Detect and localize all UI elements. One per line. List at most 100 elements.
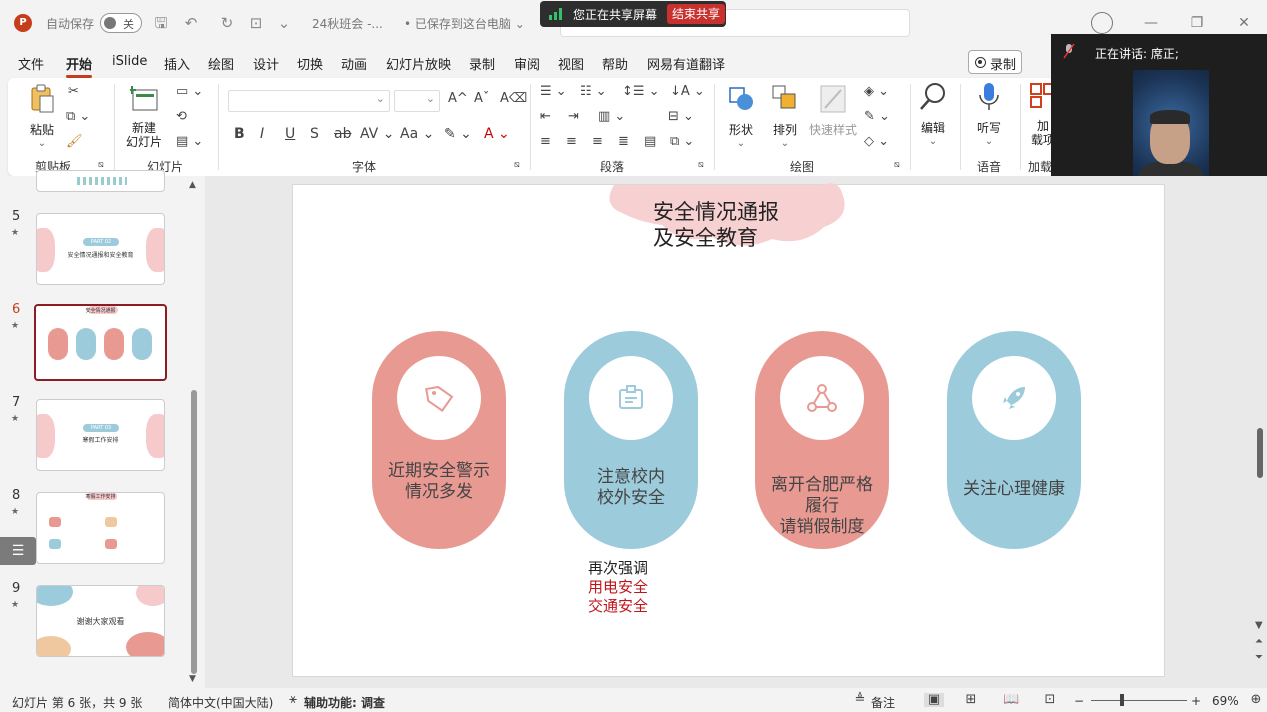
section-icon[interactable]: ▤ ⌄	[176, 134, 203, 149]
align-right-icon[interactable]: ≡	[592, 134, 603, 149]
card-campus-safety[interactable]: 注意校内 校外安全	[564, 331, 698, 549]
previous-slide-icon[interactable]: ⏶	[1255, 636, 1263, 647]
tab-slideshow[interactable]: 幻灯片放映	[386, 54, 451, 73]
slide-sorter-icon[interactable]: ⊞	[963, 693, 979, 707]
font-name-dropdown[interactable]	[228, 90, 390, 112]
cut-icon[interactable]: ✂	[68, 84, 79, 99]
reminder-text-box[interactable]: 再次强调 用电安全 交通安全	[588, 559, 688, 616]
tab-islide[interactable]: iSlide	[112, 54, 147, 69]
font-color-icon[interactable]: A ⌄	[484, 126, 510, 142]
bullets-icon[interactable]: ☰ ⌄	[540, 84, 567, 99]
customize-qat-icon[interactable]: ⌄	[273, 12, 295, 34]
redo-icon[interactable]: ↻	[216, 12, 238, 34]
slide-thumb-6[interactable]: 安全情况通报	[34, 304, 167, 381]
thumbnails-scrollbar[interactable]: ▲ ▼	[189, 180, 199, 684]
columns-icon[interactable]: ▥ ⌄	[598, 109, 625, 124]
bold-icon[interactable]: B	[234, 126, 245, 142]
format-painter-icon[interactable]: 🖌	[66, 134, 83, 149]
autosave-toggle[interactable]: 关	[100, 13, 142, 33]
highlight-icon[interactable]: ✎ ⌄	[444, 126, 472, 142]
outline-view-icon[interactable]: ☰	[0, 537, 36, 565]
clipboard-launcher-icon[interactable]: ⧅	[98, 160, 104, 170]
line-spacing-icon[interactable]: ↕☰ ⌄	[622, 84, 660, 99]
tab-transitions[interactable]: 切换	[297, 54, 323, 73]
card-mental-health[interactable]: 关注心理健康	[947, 331, 1081, 549]
quick-styles-button[interactable]: 快速样式	[808, 84, 858, 138]
shapes-button[interactable]: 形状 ⌄	[722, 84, 760, 149]
tab-record[interactable]: 录制	[469, 54, 495, 73]
normal-view-icon[interactable]: ▣	[924, 693, 944, 707]
justify-icon[interactable]: ≣	[618, 134, 629, 149]
slide-thumb-8[interactable]: 寒假工作安排	[36, 492, 165, 564]
editing-button[interactable]: 编辑 ⌄	[914, 82, 952, 147]
arrange-button[interactable]: 排列 ⌄	[766, 84, 804, 149]
scroll-up-icon[interactable]: ▲	[189, 180, 196, 190]
tab-view[interactable]: 视图	[558, 54, 584, 73]
scroll-down-icon[interactable]: ▼	[1255, 620, 1263, 631]
minimize-icon[interactable]: —	[1140, 12, 1162, 34]
slide-canvas[interactable]: 安全情况通报 及安全教育 近期安全警示 情况多发 注意校内 校外安全 离开合肥严…	[292, 183, 1165, 677]
accessibility-status[interactable]: 辅助功能: 调查	[304, 694, 385, 711]
copy-icon[interactable]: ⧉ ⌄	[66, 109, 90, 124]
shadow-icon[interactable]: S	[310, 126, 319, 142]
record-button[interactable]: 录制	[968, 50, 1022, 74]
end-share-button[interactable]: 结束共享	[667, 4, 726, 24]
close-icon[interactable]: ✕	[1233, 12, 1255, 34]
tab-home[interactable]: 开始	[66, 54, 93, 78]
slide-thumb-7[interactable]: PART 03 寒假工作安排	[36, 399, 165, 471]
dictate-button[interactable]: 听写 ⌄	[970, 82, 1008, 147]
zoom-level[interactable]: 69%	[1212, 694, 1239, 708]
tab-insert[interactable]: 插入	[164, 54, 190, 73]
fit-to-window-icon[interactable]: ⊕	[1248, 693, 1264, 707]
tab-design[interactable]: 设计	[253, 54, 279, 73]
slide-thumb-9[interactable]: 谢谢大家观看	[36, 585, 165, 657]
align-left-icon[interactable]: ≡	[540, 134, 551, 149]
card-safety-warning[interactable]: 近期安全警示 情况多发	[372, 331, 506, 549]
save-icon[interactable]: 🖫	[150, 12, 172, 34]
layout-icon[interactable]: ▭ ⌄	[176, 84, 203, 99]
align-center-icon[interactable]: ≡	[566, 134, 577, 149]
language-indicator[interactable]: 简体中文(中国大陆)	[168, 694, 273, 711]
font-size-dropdown[interactable]	[394, 90, 440, 112]
change-case-icon[interactable]: Aa ⌄	[400, 126, 434, 142]
italic-icon[interactable]: I	[260, 126, 264, 142]
slide-title[interactable]: 安全情况通报 及安全教育	[653, 199, 813, 251]
tab-draw[interactable]: 绘图	[208, 54, 234, 73]
drawing-launcher-icon[interactable]: ⧅	[894, 160, 900, 170]
char-spacing-icon[interactable]: AV ⌄	[360, 126, 394, 142]
card-leave-policy[interactable]: 离开合肥严格 履行 请销假制度	[755, 331, 889, 549]
zoom-out-icon[interactable]: −	[1074, 694, 1084, 708]
muted-mic-icon[interactable]	[1063, 43, 1075, 59]
paste-button[interactable]: 粘贴 ⌄	[24, 84, 60, 149]
present-icon[interactable]: ⊡	[245, 12, 267, 34]
font-launcher-icon[interactable]: ⧅	[514, 160, 520, 170]
save-status[interactable]: • 已保存到这台电脑 ⌄	[404, 15, 525, 32]
tab-youdao-translate[interactable]: 网易有道翻译	[647, 54, 725, 73]
reading-view-icon[interactable]: 📖	[1003, 693, 1019, 707]
decrease-indent-icon[interactable]: ⇤	[540, 109, 551, 124]
underline-icon[interactable]: U	[285, 126, 295, 142]
paragraph-launcher-icon[interactable]: ⧅	[698, 160, 704, 170]
zoom-slider[interactable]	[1091, 700, 1187, 701]
zoom-in-icon[interactable]: +	[1191, 694, 1201, 708]
new-slide-button[interactable]: 新建 幻灯片	[120, 84, 168, 149]
editor-scrollbar[interactable]: ▼ ⏶ ⏷	[1254, 176, 1267, 688]
increase-font-icon[interactable]: A^	[448, 91, 468, 106]
tab-file[interactable]: 文件	[18, 54, 44, 73]
clear-format-icon[interactable]: A⌫	[500, 91, 527, 106]
shape-outline-icon[interactable]: ✎ ⌄	[864, 109, 890, 124]
scroll-down-icon[interactable]: ▼	[189, 674, 196, 684]
zoom-slider-handle[interactable]	[1120, 694, 1124, 706]
reset-icon[interactable]: ⟲	[176, 109, 187, 124]
account-icon[interactable]	[1091, 12, 1113, 34]
numbering-icon[interactable]: ☷ ⌄	[580, 84, 607, 99]
shape-fill-icon[interactable]: ◈ ⌄	[864, 84, 889, 99]
increase-indent-icon[interactable]: ⇥	[568, 109, 579, 124]
distribute-icon[interactable]: ▤	[644, 134, 656, 149]
notes-button[interactable]: 备注	[871, 694, 895, 711]
slideshow-icon[interactable]: ⊡	[1042, 693, 1058, 707]
tab-help[interactable]: 帮助	[602, 54, 628, 73]
shape-effects-icon[interactable]: ◇ ⌄	[864, 134, 889, 149]
align-text-icon[interactable]: ⊟ ⌄	[668, 109, 694, 124]
undo-icon[interactable]: ↶	[180, 12, 202, 34]
